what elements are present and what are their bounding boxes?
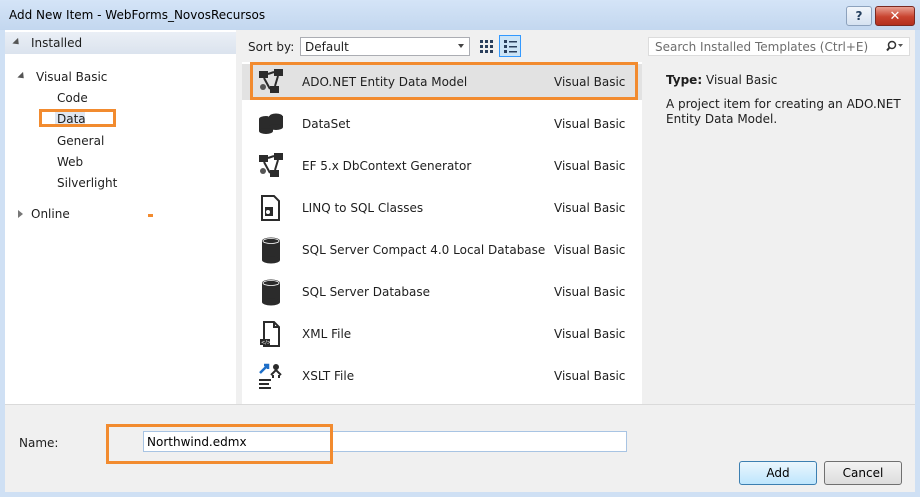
template-name: XSLT File	[302, 369, 355, 383]
search-placeholder: Search Installed Templates (Ctrl+E)	[655, 40, 869, 54]
search-input[interactable]: Search Installed Templates (Ctrl+E)	[648, 37, 910, 56]
expanded-arrow-icon	[17, 71, 27, 82]
sort-value: Default	[305, 40, 349, 54]
template-name: LINQ to SQL Classes	[302, 201, 424, 215]
tree-item-label: Visual Basic	[36, 70, 108, 84]
template-name: XML File	[302, 327, 352, 341]
installed-label: Installed	[31, 36, 83, 50]
selected-template-highlight-box	[250, 62, 638, 100]
sort-select[interactable]: Default	[300, 37, 470, 56]
window-title: Add New Item - WebForms_NovosRecursos	[9, 8, 266, 22]
collapsed-arrow-icon	[18, 210, 23, 218]
template-name: SQL Server Database	[302, 285, 430, 299]
chevron-down-icon	[458, 44, 464, 48]
svg-text:</>: </>	[261, 340, 271, 346]
title-bar: Add New Item - WebForms_NovosRecursos ? …	[0, 0, 920, 30]
tree-item-silverlight[interactable]: Silverlight	[57, 176, 117, 190]
list-view-icon	[504, 40, 517, 53]
template-row[interactable]: XSLT File Visual Basic	[242, 358, 642, 394]
template-language: Visual Basic	[554, 285, 626, 299]
grid-view-icon	[480, 40, 493, 53]
template-language: Visual Basic	[554, 201, 626, 215]
linq-to-sql-icon	[261, 195, 280, 221]
template-language: Visual Basic	[554, 327, 626, 341]
database-icon	[262, 279, 280, 306]
template-row[interactable]: EF 5.x DbContext Generator Visual Basic	[242, 148, 642, 184]
category-tree: Installed Visual Basic Code Data General…	[5, 30, 236, 404]
close-button[interactable]: ✕	[875, 6, 915, 26]
type-value: Visual Basic	[706, 73, 778, 87]
template-name: SQL Server Compact 4.0 Local Database	[302, 243, 546, 257]
template-row[interactable]: LINQ to SQL Classes Visual Basic	[242, 190, 642, 226]
template-list: ADO.NET Entity Data Model Visual Basic D…	[242, 62, 642, 404]
search-icon[interactable]	[886, 39, 904, 53]
sort-label: Sort by:	[248, 40, 295, 54]
tree-item-code[interactable]: Code	[57, 91, 88, 105]
data-highlight-box	[39, 109, 116, 127]
tree-item-web[interactable]: Web	[57, 155, 83, 169]
details-pane: Type: Visual Basic A project item for cr…	[648, 62, 915, 404]
dialog-body: Installed Visual Basic Code Data General…	[5, 30, 915, 492]
entity-model-icon	[259, 153, 283, 177]
xml-file-icon: </>	[260, 321, 280, 347]
small-icons-view-button[interactable]	[475, 35, 497, 57]
template-row[interactable]: DataSet Visual Basic	[242, 106, 642, 142]
expanded-arrow-icon	[12, 37, 22, 48]
xslt-file-icon	[259, 363, 282, 389]
template-language: Visual Basic	[554, 159, 626, 173]
template-description: A project item for creating an ADO.NET E…	[666, 97, 901, 126]
tree-item-general[interactable]: General	[57, 134, 104, 148]
database-icon	[262, 237, 280, 264]
tree-item-label: Online	[31, 207, 70, 221]
template-row[interactable]: SQL Server Compact 4.0 Local Database Vi…	[242, 232, 642, 268]
help-button[interactable]: ?	[846, 6, 872, 26]
template-language: Visual Basic	[554, 369, 626, 383]
template-name: DataSet	[302, 117, 351, 131]
template-row[interactable]: SQL Server Database Visual Basic	[242, 274, 642, 310]
installed-header[interactable]: Installed	[5, 32, 236, 54]
type-label: Type:	[666, 73, 703, 87]
template-language: Visual Basic	[554, 243, 626, 257]
name-highlight-box	[106, 424, 333, 464]
cancel-button[interactable]: Cancel	[824, 461, 902, 485]
divider	[5, 404, 915, 405]
add-button[interactable]: Add	[739, 461, 817, 485]
list-view-button[interactable]	[499, 35, 521, 57]
orange-marker	[148, 214, 153, 217]
template-name: EF 5.x DbContext Generator	[302, 159, 472, 173]
template-language: Visual Basic	[554, 117, 626, 131]
name-label: Name:	[19, 436, 59, 450]
template-row[interactable]: </> XML File Visual Basic	[242, 316, 642, 352]
dataset-icon	[259, 112, 284, 134]
